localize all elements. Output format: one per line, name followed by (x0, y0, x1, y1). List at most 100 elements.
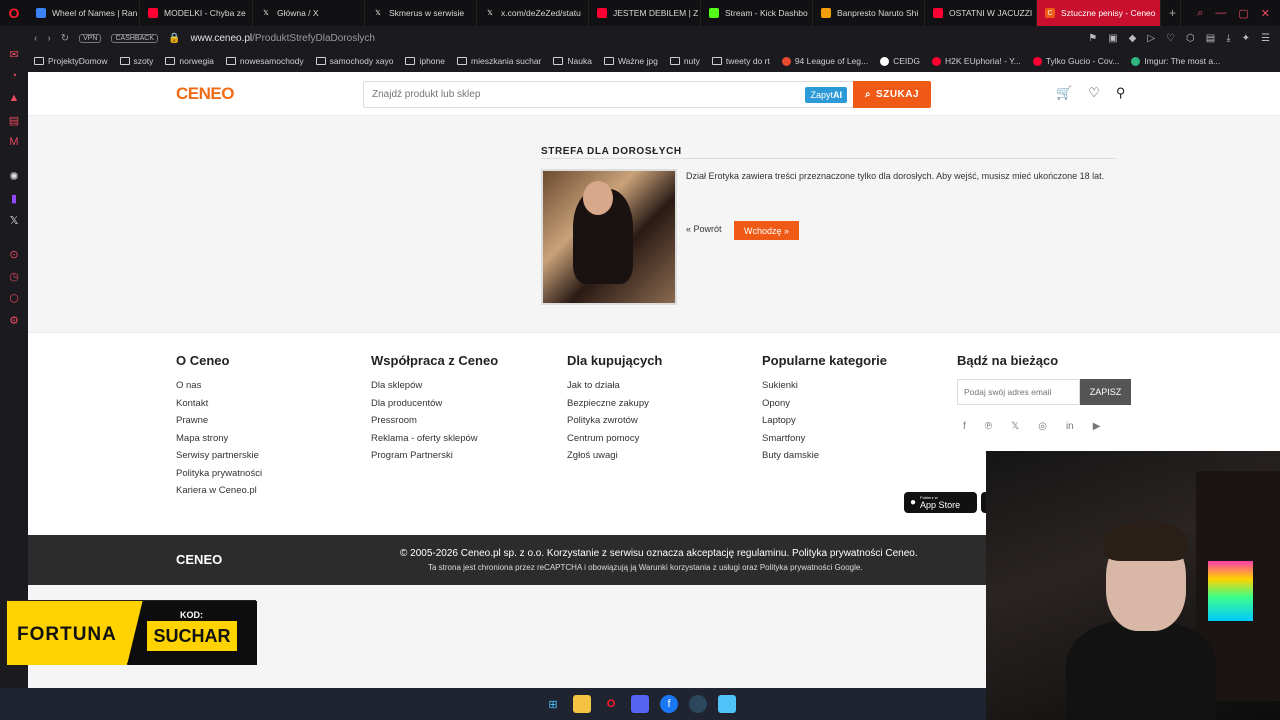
footer-link[interactable]: Dla producentów (371, 398, 498, 409)
ceneo-logo[interactable]: CENEO (176, 84, 234, 104)
opera-icon[interactable]: O (602, 695, 620, 713)
steam-icon[interactable] (689, 695, 707, 713)
player-icon[interactable]: ⊙ (8, 248, 20, 261)
bookmark-link[interactable]: 94 League of Leg... (781, 56, 868, 66)
bookmark-folder[interactable]: nuty (669, 56, 700, 66)
bookmark-folder[interactable]: norwegia (165, 56, 214, 66)
bookmark-link[interactable]: Imgur: The most a... (1131, 56, 1220, 66)
footer-link[interactable]: Zgłoś uwagi (567, 450, 662, 461)
zapyt-ai-button[interactable]: ZapytAI (805, 87, 847, 103)
vpn-badge[interactable]: VPN (79, 33, 102, 43)
search-tabs-icon[interactable]: ⌕ (1197, 7, 1203, 20)
footer-link[interactable]: Jak to działa (567, 380, 662, 391)
heart-icon[interactable]: ♡ (1166, 33, 1175, 44)
newsletter-email-input[interactable] (957, 379, 1080, 405)
search-input[interactable] (372, 89, 853, 100)
footer-link[interactable]: Smartfony (762, 433, 887, 444)
extensions-icon[interactable]: ⬡ (8, 292, 20, 305)
x-icon[interactable]: 𝕏 (1011, 421, 1019, 432)
newsletter-subscribe-button[interactable]: ZAPISZ (1080, 379, 1131, 405)
close-window-icon[interactable]: ✕ (1261, 7, 1270, 20)
bookmark-link[interactable]: Tylko Gucio - Cov... (1032, 56, 1119, 66)
bookmark-folder[interactable]: samochody xayo (315, 56, 393, 66)
feed-icon[interactable]: ▤ (8, 114, 20, 127)
instagram-icon[interactable]: ◎ (1038, 421, 1047, 432)
footer-link[interactable]: Bezpieczne zakupy (567, 398, 662, 409)
footer-link[interactable]: Opony (762, 398, 887, 409)
menu-icon[interactable]: ☰ (1261, 33, 1270, 44)
favorites-icon[interactable]: ♡ (1088, 85, 1100, 101)
youtube-icon[interactable]: ▶ (1093, 421, 1101, 432)
footer-link[interactable]: Pressroom (371, 415, 498, 426)
tab[interactable]: Wheel of Names | Ran (28, 0, 140, 26)
chatgpt-icon[interactable]: ✺ (8, 170, 20, 183)
bookmark-folder[interactable]: iphone (405, 56, 445, 66)
bookmark-folder[interactable]: szoty (119, 56, 153, 66)
x-icon[interactable]: 𝕏 (8, 214, 20, 227)
bookmark-link[interactable]: CEIDG (880, 56, 920, 66)
back-icon[interactable]: ‹ (34, 33, 37, 44)
opera-menu-icon[interactable]: O (0, 0, 28, 26)
cart-icon[interactable]: 🛒 (1056, 85, 1072, 101)
footer-link[interactable]: Polityka zwrotów (567, 415, 662, 426)
footer-link[interactable]: Reklama - oferty sklepów (371, 433, 498, 444)
wallet-icon[interactable]: ▤ (1206, 33, 1215, 44)
footer-link[interactable]: Centrum pomocy (567, 433, 662, 444)
minimize-icon[interactable]: — (1215, 7, 1226, 20)
tab[interactable]: OSTATNI W JACUZZI (925, 0, 1037, 26)
footer-link[interactable]: Serwisy partnerskie (176, 450, 262, 461)
facebook-icon[interactable]: f (660, 695, 678, 713)
footer-link[interactable]: Mapa strony (176, 433, 262, 444)
tab[interactable]: 𝕏 Skmerus w serwisie (365, 0, 477, 26)
linkedin-icon[interactable]: in (1066, 421, 1074, 432)
tab[interactable]: JESTEM DEBILEM | Z (589, 0, 701, 26)
footer-link[interactable]: Sukienki (762, 380, 887, 391)
footer-link[interactable]: Dla sklepów (371, 380, 498, 391)
file-explorer-icon[interactable] (573, 695, 591, 713)
footer-link[interactable]: Prawne (176, 415, 262, 426)
gmail-icon[interactable]: M (8, 136, 20, 148)
enter-button[interactable]: Wchodzę » (734, 221, 799, 240)
bookmark-folder[interactable]: ProjektyDomow (34, 56, 108, 66)
forward-icon[interactable]: › (47, 33, 50, 44)
extensions-icon[interactable]: ⬡ (1186, 33, 1195, 44)
footer-link[interactable]: Kontakt (176, 398, 262, 409)
footer-link[interactable]: Polityka prywatności (176, 468, 262, 479)
bookmark-folder[interactable]: Ważne jpg (603, 56, 658, 66)
bookmark-icon[interactable]: ⚑ (1088, 33, 1097, 44)
maximize-icon[interactable]: ▢ (1238, 7, 1248, 20)
bookmark-link[interactable]: H2K EUphoria! - Y... (932, 56, 1021, 66)
history-icon[interactable]: ◷ (8, 270, 20, 283)
play-icon[interactable]: ▷ (1147, 33, 1155, 44)
tab[interactable]: 𝕏 Główna / X (253, 0, 365, 26)
user-icon[interactable]: ⚲ (1116, 85, 1126, 101)
tab[interactable]: Banpresto Naruto Shi (813, 0, 925, 26)
notepad-icon[interactable] (718, 695, 736, 713)
search-button[interactable]: ⌕ SZUKAJ (853, 81, 931, 108)
facebook-icon[interactable]: f (963, 421, 966, 432)
tab[interactable]: Stream - Kick Dashbo (701, 0, 813, 26)
app-store-badge[interactable]: ● Pobierz w App Store (904, 492, 977, 513)
speed-dial-icon[interactable]: ◔ (8, 70, 20, 82)
footer-link[interactable]: Program Partnerski (371, 450, 498, 461)
bookmark-folder[interactable]: mieszkania suchar (457, 56, 541, 66)
twitch-icon[interactable]: ▮ (8, 192, 20, 205)
back-link[interactable]: « Powrót (686, 224, 722, 234)
pinterest-icon[interactable]: ℗ (985, 421, 992, 432)
bookmark-folder[interactable]: nowesamochody (225, 56, 304, 66)
snapshot-icon[interactable]: ▣ (1108, 33, 1117, 44)
footer-link[interactable]: Buty damskie (762, 450, 887, 461)
shopping-icon[interactable]: ▲ (8, 92, 20, 104)
footer-link[interactable]: Kariera w Ceneo.pl (176, 485, 262, 496)
reload-icon[interactable]: ↻ (61, 33, 69, 44)
bookmark-folder[interactable]: tweety do rt (711, 56, 770, 66)
bookmark-folder[interactable]: Nauka (553, 56, 592, 66)
discord-icon[interactable] (631, 695, 649, 713)
messenger-icon[interactable]: ✉ (8, 48, 20, 61)
shield-icon[interactable]: ◆ (1129, 33, 1137, 44)
settings-icon[interactable]: ⚙ (8, 314, 20, 327)
tab[interactable]: 𝕏x.com/deZeZed/statu (477, 0, 589, 26)
download-icon[interactable]: ⤓ (1226, 33, 1230, 44)
new-tab-button[interactable]: + (1161, 0, 1181, 26)
windows-start-icon[interactable]: ⊞ (544, 695, 562, 713)
